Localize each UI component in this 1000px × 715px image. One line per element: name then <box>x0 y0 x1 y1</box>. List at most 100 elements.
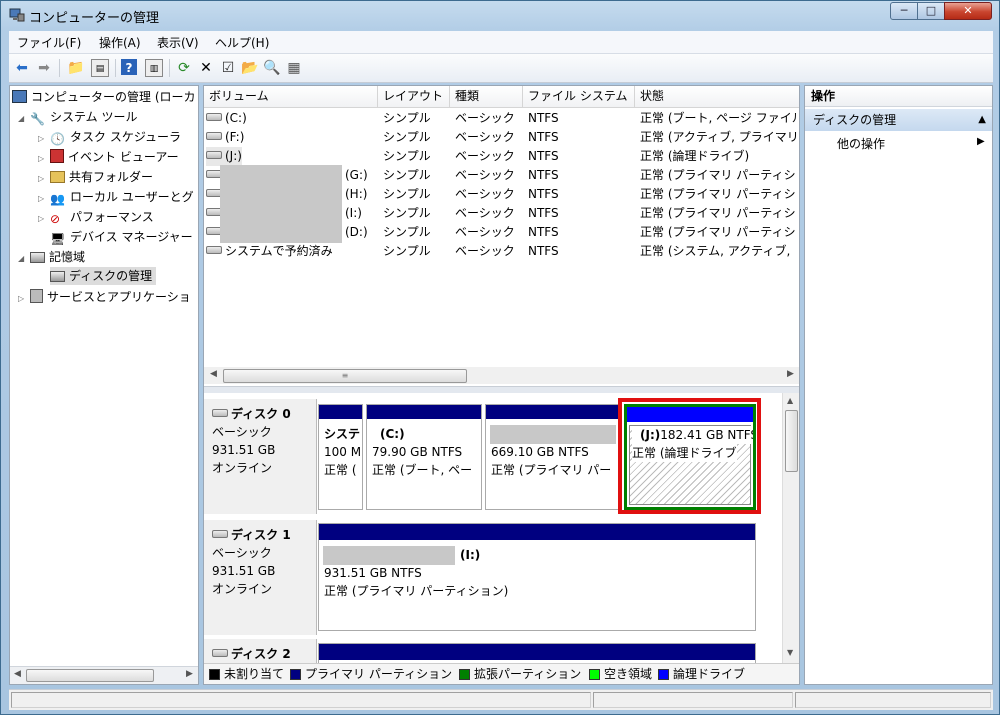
column-status[interactable]: 状態 <box>635 86 799 107</box>
disk-2-label[interactable]: ディスク 2 <box>204 639 317 663</box>
tree-item-services[interactable]: ▷ サービスとアプリケーショ <box>18 288 191 306</box>
properties-icon[interactable]: ☑ <box>219 59 237 77</box>
volume-horizontal-scrollbar[interactable]: ◀ ≡ ▶ <box>204 367 799 384</box>
volume-type: ベーシック <box>455 225 515 239</box>
scroll-down-icon[interactable]: ▼ <box>787 648 793 657</box>
expand-icon[interactable]: ▷ <box>18 290 30 308</box>
tree-item-performance[interactable]: ▷ ⊘ パフォーマンス <box>38 208 154 226</box>
tree-item-task-scheduler[interactable]: ▷ 🕓 タスク スケジューラ <box>38 128 181 146</box>
scroll-up-icon[interactable]: ▲ <box>787 396 793 405</box>
menu-view[interactable]: 表示(V) <box>157 34 199 51</box>
drive-icon <box>206 113 222 121</box>
expand-icon[interactable]: ▷ <box>38 170 50 188</box>
search-icon[interactable]: 🔍 <box>263 59 281 77</box>
partition-redacted[interactable]: 669.10 GB NTFS 正常 (プライマリ パー <box>485 404 621 510</box>
forward-icon[interactable]: ➡ <box>35 59 53 77</box>
computer-icon <box>12 90 27 103</box>
redacted-volume-names <box>220 165 342 243</box>
volume-layout: シンプル <box>383 168 431 182</box>
expand-icon[interactable]: ▷ <box>38 130 50 148</box>
legend-label: 論理ドライブ <box>673 667 746 681</box>
toolbar: ⬅ ➡ 📁 ▤ ? ▥ ⟳ ✕ ☑ 📂 🔍 ▦ <box>9 54 993 83</box>
menu-bar: ファイル(F) 操作(A) 表示(V) ヘルプ(H) <box>9 31 993 54</box>
menu-file[interactable]: ファイル(F) <box>17 34 81 51</box>
tree-item-device-manager[interactable]: 🖥 デバイス マネージャー <box>50 228 193 246</box>
up-folder-icon[interactable]: 📁 <box>67 59 85 77</box>
close-button[interactable]: ✕ <box>944 2 992 20</box>
maximize-button[interactable]: □ <box>917 2 945 20</box>
expand-icon[interactable]: ▷ <box>38 150 50 168</box>
partition-status: 正常 (プライマリ パーティション) <box>324 584 509 598</box>
show-tree-icon[interactable]: ▤ <box>91 59 109 77</box>
tree-item-system-tools[interactable]: ◢ 🔧 システム ツール <box>18 108 137 126</box>
volume-fs: NTFS <box>528 168 559 182</box>
volume-name: (J:) <box>206 147 242 166</box>
volume-name-text: (J:) <box>225 149 242 163</box>
minimize-button[interactable]: ─ <box>890 2 918 20</box>
column-type[interactable]: 種類 <box>450 86 523 107</box>
collapse-up-icon[interactable]: ▲ <box>978 109 986 131</box>
tree-item-event-viewer[interactable]: ▷ イベント ビューアー <box>38 148 179 166</box>
volume-fs: NTFS <box>528 244 559 258</box>
scroll-left-icon[interactable]: ◀ <box>14 669 21 679</box>
back-icon[interactable]: ⬅ <box>13 59 31 77</box>
graph-vertical-scrollbar[interactable]: ▲ ▼ <box>782 393 799 663</box>
volume-row[interactable]: システムで予約済み シンプル ベーシック NTFS 正常 (システム, アクティブ, <box>204 242 799 261</box>
column-volume[interactable]: ボリューム <box>204 86 378 107</box>
volume-row[interactable]: (F:) シンプル ベーシック NTFS 正常 (アクティブ, プライマリ <box>204 128 799 147</box>
legend: 未割り当て プライマリ パーティション 拡張パーティション 空き領域 論理ドライ… <box>204 663 799 684</box>
tree-item-local-users[interactable]: ▷ 👥 ローカル ユーザーとグ <box>38 188 194 206</box>
partition-c[interactable]: (C:) 79.90 GB NTFS 正常 (ブート, ペー <box>366 404 482 510</box>
scroll-left-icon[interactable]: ◀ <box>210 369 217 379</box>
partition-label: (I:) <box>460 548 481 562</box>
disk-2-partition[interactable] <box>318 643 756 663</box>
partition-system-reserved[interactable]: システ 100 M 正常 ( <box>318 404 363 510</box>
scroll-thumb[interactable] <box>785 410 798 472</box>
actions-section-disk-management[interactable]: ディスクの管理 ▲ <box>805 109 992 131</box>
disk-icon[interactable]: ▦ <box>285 59 303 77</box>
column-layout[interactable]: レイアウト <box>378 86 450 107</box>
help-icon[interactable]: ? <box>121 59 137 75</box>
computer-management-window: コンピューターの管理 ─ □ ✕ ファイル(F) 操作(A) 表示(V) ヘルプ… <box>0 0 1000 715</box>
disk-name: ディスク 1 <box>231 528 291 542</box>
volume-status: 正常 (論理ドライブ) <box>640 149 750 163</box>
open-icon[interactable]: 📂 <box>241 59 259 77</box>
disk-icon <box>212 530 228 538</box>
disk-1-label[interactable]: ディスク 1 ベーシック 931.51 GB オンライン <box>204 520 317 635</box>
menu-action[interactable]: 操作(A) <box>99 34 141 51</box>
more-actions-item[interactable]: 他の操作 <box>837 135 885 152</box>
expand-icon[interactable]: ▷ <box>38 190 50 208</box>
tools-icon: 🔧 <box>30 112 45 126</box>
scroll-right-icon[interactable]: ▶ <box>787 369 794 379</box>
volume-layout: シンプル <box>383 187 431 201</box>
partition-i[interactable]: (I:) 931.51 GB NTFS 正常 (プライマリ パーティション) <box>318 523 756 631</box>
tree-item-disk-management[interactable]: ディスクの管理 <box>50 267 157 285</box>
menu-help[interactable]: ヘルプ(H) <box>215 34 269 51</box>
delete-icon[interactable]: ✕ <box>197 59 215 77</box>
scroll-thumb[interactable] <box>26 669 154 682</box>
scroll-right-icon[interactable]: ▶ <box>186 669 193 679</box>
tree-horizontal-scrollbar[interactable]: ◀ ▶ <box>10 666 198 684</box>
show-action-pane-icon[interactable]: ▥ <box>145 59 163 77</box>
column-filesystem[interactable]: ファイル システム <box>523 86 635 107</box>
collapse-icon[interactable]: ◢ <box>18 250 30 268</box>
refresh-icon[interactable]: ⟳ <box>175 59 193 77</box>
volume-type: ベーシック <box>455 244 515 258</box>
volume-status: 正常 (プライマリ パーティシ <box>640 206 796 220</box>
status-segment <box>11 692 591 708</box>
tree-item-shared-folders[interactable]: ▷ 共有フォルダー <box>38 168 153 186</box>
tree-label: ディスクの管理 <box>69 269 153 283</box>
title-bar[interactable]: コンピューターの管理 ─ □ ✕ <box>1 1 999 29</box>
tree-item-storage[interactable]: ◢ 記憶域 <box>18 248 85 266</box>
collapse-icon[interactable]: ◢ <box>18 110 30 128</box>
tree-item-root[interactable]: コンピューターの管理 (ローカ <box>12 88 196 106</box>
scroll-thumb[interactable]: ≡ <box>223 369 467 383</box>
disk-0-label[interactable]: ディスク 0 ベーシック 931.51 GB オンライン <box>204 399 317 514</box>
volume-row[interactable]: (C:) シンプル ベーシック NTFS 正常 (ブート, ページ ファイル <box>204 109 799 128</box>
volume-name: (F:) <box>206 128 244 147</box>
volume-row[interactable]: (J:) シンプル ベーシック NTFS 正常 (論理ドライブ) <box>204 147 799 166</box>
disk-kind: ベーシック <box>212 546 272 560</box>
disk-size: 931.51 GB <box>212 564 276 578</box>
expand-icon[interactable]: ▷ <box>38 210 50 228</box>
volume-name-text: システムで予約済み <box>225 244 333 258</box>
